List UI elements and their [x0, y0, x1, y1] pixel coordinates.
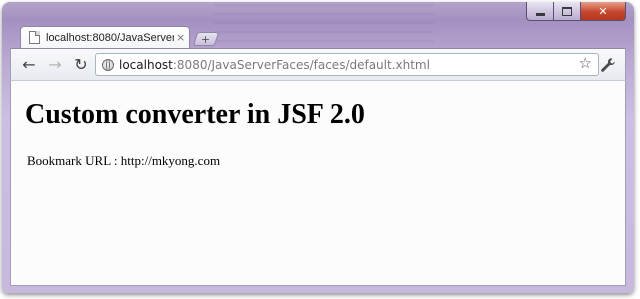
back-button[interactable]: ←: [19, 55, 39, 75]
reload-icon: ↻: [74, 55, 88, 74]
back-arrow-icon: ←: [22, 55, 36, 74]
maximize-button[interactable]: [554, 2, 581, 21]
maximize-icon: [562, 6, 572, 16]
close-window-button[interactable]: ✕: [581, 2, 626, 21]
browser-window: ✕ localhost:8080/JavaServer... × + ← → ↻…: [2, 2, 634, 293]
wrench-glyph: [601, 58, 615, 72]
forward-button[interactable]: →: [45, 55, 65, 75]
forward-arrow-icon: →: [48, 55, 62, 74]
new-tab-button[interactable]: +: [192, 32, 220, 46]
window-caption-buttons: ✕: [526, 2, 626, 21]
wrench-icon[interactable]: [599, 56, 617, 74]
plus-icon: +: [201, 32, 211, 46]
address-bar[interactable]: localhost:8080/JavaServerFaces/faces/def…: [95, 53, 599, 76]
close-icon: ✕: [598, 4, 608, 18]
minimize-button[interactable]: [526, 2, 554, 21]
reload-button[interactable]: ↻: [71, 55, 91, 75]
tab-title: localhost:8080/JavaServer...: [46, 31, 174, 44]
background-blur: [214, 4, 434, 44]
tab-close-icon[interactable]: ×: [176, 32, 185, 43]
url-path: :8080/JavaServerFaces/faces/default.xhtm…: [172, 57, 430, 72]
browser-toolbar: ← → ↻ localhost:8080/JavaServerFaces/fac…: [10, 48, 626, 80]
minimize-icon: [535, 12, 545, 16]
globe-icon: [102, 58, 114, 71]
star-icon[interactable]: ☆: [579, 56, 592, 71]
page-title: Custom converter in JSF 2.0: [25, 99, 365, 130]
bookmark-url-text: Bookmark URL : http://mkyong.com: [27, 153, 221, 168]
browser-tab[interactable]: localhost:8080/JavaServer... ×: [20, 26, 190, 48]
url-host: localhost: [119, 57, 173, 72]
page-content: Custom converter in JSF 2.0 Bookmark URL…: [10, 80, 626, 286]
page-icon: [29, 31, 40, 44]
